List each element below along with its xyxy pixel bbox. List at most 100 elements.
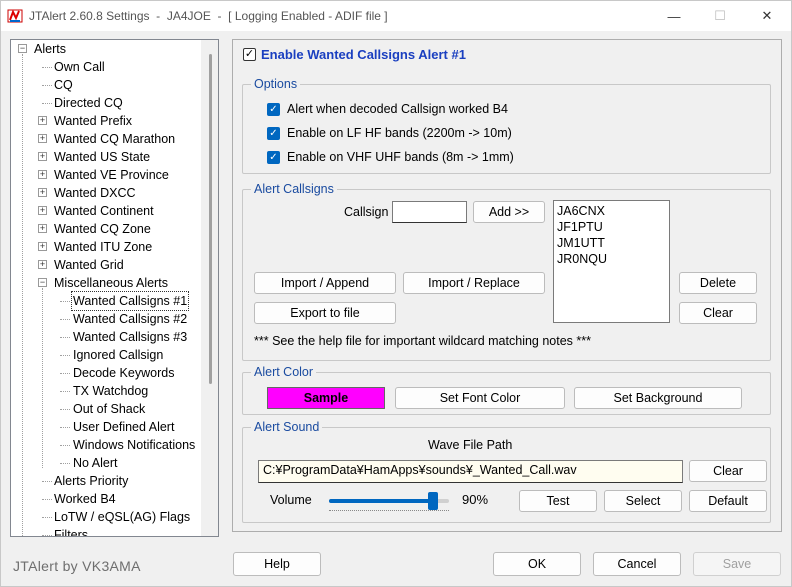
list-item[interactable]: JM1UTT [557, 235, 666, 251]
volume-label: Volume [270, 493, 312, 507]
tree-item[interactable]: Wanted Callsigns #3 [11, 328, 199, 346]
tree-connector [60, 391, 70, 392]
tree-item[interactable]: + Wanted CQ Marathon [11, 130, 199, 148]
import-replace-button[interactable]: Import / Replace [403, 272, 545, 294]
expand-icon[interactable]: + [38, 224, 47, 233]
list-item[interactable]: JA6CNX [557, 203, 666, 219]
tree-item[interactable]: + Wanted Grid [11, 256, 199, 274]
tree-item[interactable]: + Wanted Continent [11, 202, 199, 220]
tree-item[interactable]: Filters [11, 526, 199, 537]
tree-item[interactable]: Ignored Callsign [11, 346, 199, 364]
expand-icon[interactable]: + [38, 242, 47, 251]
expand-icon[interactable]: + [38, 260, 47, 269]
tree-item[interactable]: Directed CQ [11, 94, 199, 112]
enable-vhf-uhf-checkbox[interactable]: ✓ [267, 151, 280, 164]
tree-item-label: Filters [54, 528, 89, 537]
collapse-icon[interactable]: − [18, 44, 27, 53]
tree-item-label: Directed CQ [54, 96, 123, 110]
volume-slider[interactable] [329, 490, 449, 512]
tree-item[interactable]: Own Call [11, 58, 199, 76]
cancel-button[interactable]: Cancel [593, 552, 681, 576]
tree-connector [42, 67, 52, 68]
import-append-button[interactable]: Import / Append [254, 272, 396, 294]
tree-item[interactable]: No Alert [11, 454, 199, 472]
list-item[interactable]: JF1PTU [557, 219, 666, 235]
expand-icon[interactable]: + [38, 206, 47, 215]
tree-scrollbar[interactable] [201, 40, 218, 536]
title-bar[interactable]: JTAlert 2.60.8 Settings - JA4JOE - [ Log… [1, 1, 791, 31]
volume-value: 90% [462, 492, 489, 507]
close-button[interactable]: ✕ [744, 1, 790, 31]
tree-item-label: Wanted Prefix [54, 114, 133, 128]
tree-item[interactable]: Decode Keywords [11, 364, 199, 382]
tree-item[interactable]: Wanted Callsigns #2 [11, 310, 199, 328]
enable-lf-hf-checkbox[interactable]: ✓ [267, 127, 280, 140]
tree-item[interactable]: + Wanted ITU Zone [11, 238, 199, 256]
tree-item-label: Wanted DXCC [54, 186, 136, 200]
add-callsign-button[interactable]: Add >> [473, 201, 545, 223]
tree-connector [60, 355, 70, 356]
alert-worked-b4-checkbox[interactable]: ✓ [267, 103, 280, 116]
alert-callsigns-group: Alert Callsigns Callsign Add >> JA6CNX JF… [242, 182, 771, 361]
tree-item-label: Alerts [34, 42, 66, 56]
tree-item[interactable]: + Wanted VE Province [11, 166, 199, 184]
tree-item[interactable]: − Miscellaneous Alerts [11, 274, 199, 292]
save-button: Save [693, 552, 781, 576]
list-item[interactable]: JR0NQU [557, 251, 666, 267]
tree-item[interactable]: + Wanted Prefix [11, 112, 199, 130]
minimize-button[interactable]: — [651, 1, 697, 31]
select-sound-button[interactable]: Select [604, 490, 682, 512]
tree-item-label: Wanted VE Province [54, 168, 169, 182]
callsign-list[interactable]: JA6CNX JF1PTU JM1UTT JR0NQU [553, 200, 670, 323]
set-background-button[interactable]: Set Background [574, 387, 742, 409]
tree-item[interactable]: User Defined Alert [11, 418, 199, 436]
tree-connector [60, 409, 70, 410]
callsign-input[interactable] [392, 201, 467, 223]
tree-connector [60, 373, 70, 374]
wave-file-path-input[interactable]: C:¥ProgramData¥HamApps¥sounds¥_Wanted_Ca… [258, 460, 683, 483]
tree-item-label: Wanted Callsigns #1 [70, 291, 190, 311]
ok-button[interactable]: OK [493, 552, 581, 576]
tree-item-label: Wanted ITU Zone [54, 240, 153, 254]
tree-item[interactable]: CQ [11, 76, 199, 94]
help-button[interactable]: Help [233, 552, 321, 576]
delete-callsign-button[interactable]: Delete [679, 272, 757, 294]
default-sound-button[interactable]: Default [689, 490, 767, 512]
expand-icon[interactable]: + [38, 188, 47, 197]
tree-scrollbar-thumb[interactable] [209, 54, 212, 384]
expand-icon[interactable]: + [38, 152, 47, 161]
expand-icon[interactable]: + [38, 170, 47, 179]
clear-callsigns-button[interactable]: Clear [679, 302, 757, 324]
collapse-icon[interactable]: − [38, 278, 47, 287]
tree-item[interactable]: TX Watchdog [11, 382, 199, 400]
tree-item-label: User Defined Alert [73, 420, 175, 434]
tree-item-label: Wanted Grid [54, 258, 124, 272]
color-sample: Sample [267, 387, 385, 409]
tree-item[interactable]: + Wanted CQ Zone [11, 220, 199, 238]
test-sound-button[interactable]: Test [519, 490, 597, 512]
tree-item[interactable]: + Wanted DXCC [11, 184, 199, 202]
tree-item-label: Miscellaneous Alerts [54, 276, 168, 290]
export-to-file-button[interactable]: Export to file [254, 302, 396, 324]
expand-icon[interactable]: + [38, 116, 47, 125]
tree-item-label: Ignored Callsign [73, 348, 164, 362]
expand-icon[interactable]: + [38, 134, 47, 143]
tree-item[interactable]: Alerts Priority [11, 472, 199, 490]
clear-sound-button[interactable]: Clear [689, 460, 767, 482]
brand-label: JTAlert by VK3AMA [13, 558, 141, 574]
settings-tree[interactable]: − Alerts Own Call CQ Directed CQ + Wanted Pref… [10, 39, 219, 537]
callsign-label: Callsign [344, 205, 389, 219]
tree-item[interactable]: Windows Notifications [11, 436, 199, 454]
tree-item[interactable]: + Wanted US State [11, 148, 199, 166]
tree-connector [60, 427, 70, 428]
set-font-color-button[interactable]: Set Font Color [395, 387, 565, 409]
tree-item[interactable]: LoTW / eQSL(AG) Flags [11, 508, 199, 526]
tree-item[interactable]: Out of Shack [11, 400, 199, 418]
tree-item[interactable]: − Alerts [11, 40, 199, 58]
tree-item[interactable]: Wanted Callsigns #1 [11, 291, 199, 311]
options-group: Options ✓ Alert when decoded Callsign wo… [242, 77, 771, 174]
options-group-title: Options [251, 77, 301, 91]
tree-item[interactable]: Worked B4 [11, 490, 199, 508]
volume-slider-thumb[interactable] [428, 492, 438, 510]
enable-alert-checkbox[interactable]: ✓ [243, 48, 256, 61]
